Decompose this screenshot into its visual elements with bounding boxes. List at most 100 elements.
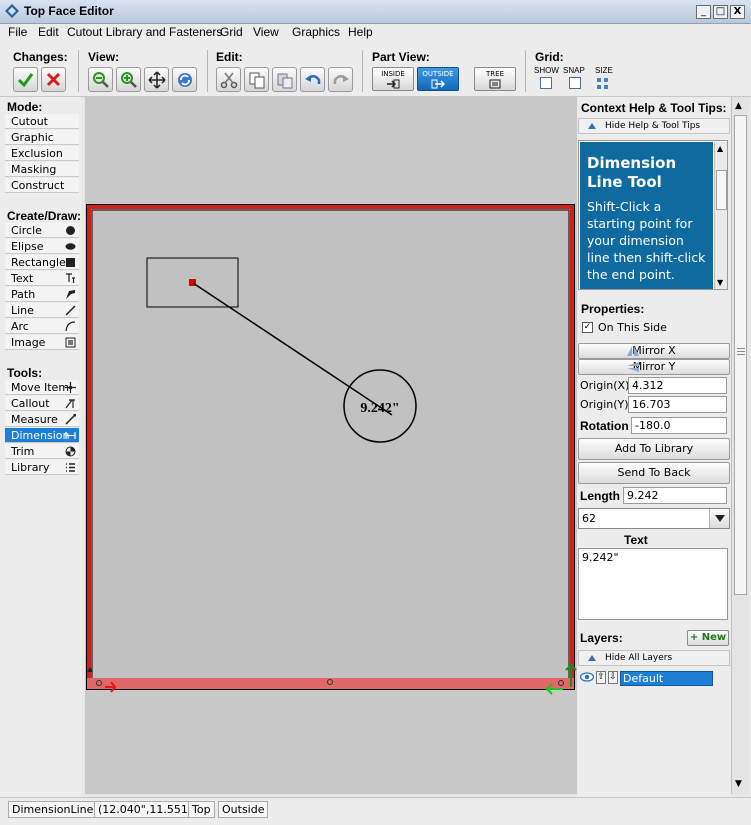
create-circle[interactable]: Circle	[5, 223, 79, 238]
part-view-label: Part View:	[372, 50, 430, 64]
status-bar: DimensionLines (12.040",11.551") Top Out…	[0, 797, 751, 825]
undo-button[interactable]	[300, 67, 325, 92]
hide-help-toggle[interactable]: Hide Help & Tool Tips	[578, 118, 730, 134]
tool-callout-label: Callout	[11, 397, 50, 410]
tool-trim[interactable]: Trim	[5, 444, 79, 459]
close-button[interactable]: X	[730, 5, 745, 19]
create-path[interactable]: Path	[5, 287, 79, 302]
enter-arrow-icon	[387, 79, 400, 89]
image-icon	[65, 337, 76, 348]
layer-up-icon[interactable]: ⇧	[596, 671, 606, 684]
list-icon	[66, 463, 75, 472]
scroll-up-icon[interactable]: ▲	[735, 101, 742, 111]
chevron-down-icon	[715, 515, 725, 522]
eye-icon[interactable]	[580, 672, 594, 682]
copy-button[interactable]	[244, 67, 269, 92]
grid-show-checkbox[interactable]	[540, 77, 552, 89]
on-this-side-checkbox[interactable]: ✓	[582, 322, 593, 333]
arc-icon	[65, 321, 76, 332]
origin-y-field[interactable]: 16.703	[628, 396, 727, 413]
toolbar-separator	[207, 50, 208, 92]
edit-label: Edit:	[216, 50, 243, 64]
text-label: Text	[624, 533, 648, 547]
grid-snap-label: SNAP	[563, 66, 585, 75]
window-title: Top Face Editor	[24, 4, 114, 18]
hide-layers-toggle[interactable]: Hide All Layers	[578, 650, 730, 666]
status-coordinates: (12.040",11.551")	[94, 801, 202, 818]
menu-file[interactable]: File	[8, 25, 27, 39]
tool-callout[interactable]: Callout	[5, 396, 79, 411]
create-circle-label: Circle	[11, 224, 42, 237]
redo-icon	[333, 74, 349, 84]
paste-button[interactable]	[272, 67, 297, 92]
dimension-label[interactable]: 9.242"	[360, 401, 399, 416]
origin-x-field[interactable]: 4.312	[628, 377, 727, 394]
mirror-x-button[interactable]: Mirror X	[578, 343, 730, 359]
text-area[interactable]: 9.242"	[578, 548, 728, 620]
mode-masking[interactable]: Masking	[5, 162, 79, 177]
grid-snap-checkbox[interactable]	[569, 77, 581, 89]
right-scrollbar[interactable]: ▲ ▼	[731, 97, 749, 794]
cut-button[interactable]	[216, 67, 241, 92]
inside-view-button[interactable]: INSIDE	[372, 67, 414, 91]
font-size-select[interactable]: 62	[578, 508, 730, 529]
menu-cutout-library[interactable]: Cutout Library and Fasteners	[67, 25, 222, 39]
tool-dimension[interactable]: Dimension	[5, 428, 79, 443]
scroll-up-icon[interactable]: ▲	[717, 144, 723, 153]
minimize-button[interactable]: _	[696, 5, 711, 19]
font-size-value: 62	[582, 512, 596, 525]
menu-edit[interactable]: Edit	[38, 25, 59, 39]
scroll-down-icon[interactable]: ▼	[735, 779, 742, 789]
discard-changes-button[interactable]	[41, 67, 66, 92]
mode-graphic[interactable]: Graphic	[5, 130, 79, 145]
menu-help[interactable]: Help	[348, 25, 373, 39]
help-scrollbar[interactable]: ▲ ▼	[714, 142, 727, 289]
pan-button[interactable]	[144, 67, 169, 92]
mode-cutout[interactable]: Cutout	[5, 114, 79, 129]
create-draw-label: Create/Draw:	[7, 209, 82, 223]
new-layer-button[interactable]: + New	[687, 630, 729, 646]
create-text[interactable]: Text	[5, 271, 79, 286]
dropdown-button[interactable]	[709, 509, 729, 528]
scroll-thumb[interactable]	[734, 115, 747, 595]
zoom-in-button[interactable]	[116, 67, 141, 92]
tree-view-button[interactable]: TREE	[474, 67, 516, 91]
redo-button[interactable]	[328, 67, 353, 92]
maximize-button[interactable]: □	[713, 5, 728, 19]
tool-measure[interactable]: Measure	[5, 412, 79, 427]
create-rectangle[interactable]: Rectangle	[5, 255, 79, 270]
hide-layers-label: Hide All Layers	[605, 653, 673, 663]
create-image[interactable]: Image	[5, 335, 79, 350]
grid-size-label: SIZE	[595, 66, 613, 75]
mode-construct[interactable]: Construct	[5, 178, 79, 193]
rotation-field[interactable]: -180.0	[631, 417, 727, 434]
tool-library[interactable]: Library	[5, 460, 79, 475]
menu-grid[interactable]: Grid	[220, 25, 243, 39]
menu-view[interactable]: View	[253, 25, 279, 39]
grid-size-icon[interactable]	[596, 77, 609, 90]
properties-label: Properties:	[581, 302, 645, 316]
layer-row[interactable]: ⇧ ⇩ Default	[578, 668, 730, 690]
ellipse-icon	[65, 243, 76, 250]
accept-changes-button[interactable]	[13, 67, 38, 92]
mirror-y-button[interactable]: Mirror Y	[578, 359, 730, 375]
layer-name[interactable]: Default	[620, 671, 713, 686]
send-to-back-button[interactable]: Send To Back	[578, 462, 730, 484]
add-to-library-button[interactable]: Add To Library	[578, 438, 730, 460]
refresh-button[interactable]	[172, 67, 197, 92]
create-arc[interactable]: Arc	[5, 319, 79, 334]
length-field[interactable]: 9.242	[623, 487, 727, 504]
tool-move-item[interactable]: Move Item	[5, 380, 79, 395]
layer-down-icon[interactable]: ⇩	[608, 671, 618, 684]
menu-graphics[interactable]: Graphics	[292, 25, 340, 39]
create-line[interactable]: Line	[5, 303, 79, 318]
scroll-down-icon[interactable]: ▼	[717, 278, 723, 287]
help-scroll-thumb[interactable]	[716, 170, 727, 210]
zoom-out-button[interactable]	[88, 67, 113, 92]
mode-exclusion[interactable]: Exclusion	[5, 146, 79, 161]
move-icon	[65, 382, 76, 393]
rotation-label: Rotation	[580, 419, 629, 433]
create-elipse[interactable]: Elipse	[5, 239, 79, 254]
outside-view-button[interactable]: OUTSIDE	[417, 67, 459, 91]
drawing-canvas[interactable]: 9.242"	[85, 97, 577, 794]
